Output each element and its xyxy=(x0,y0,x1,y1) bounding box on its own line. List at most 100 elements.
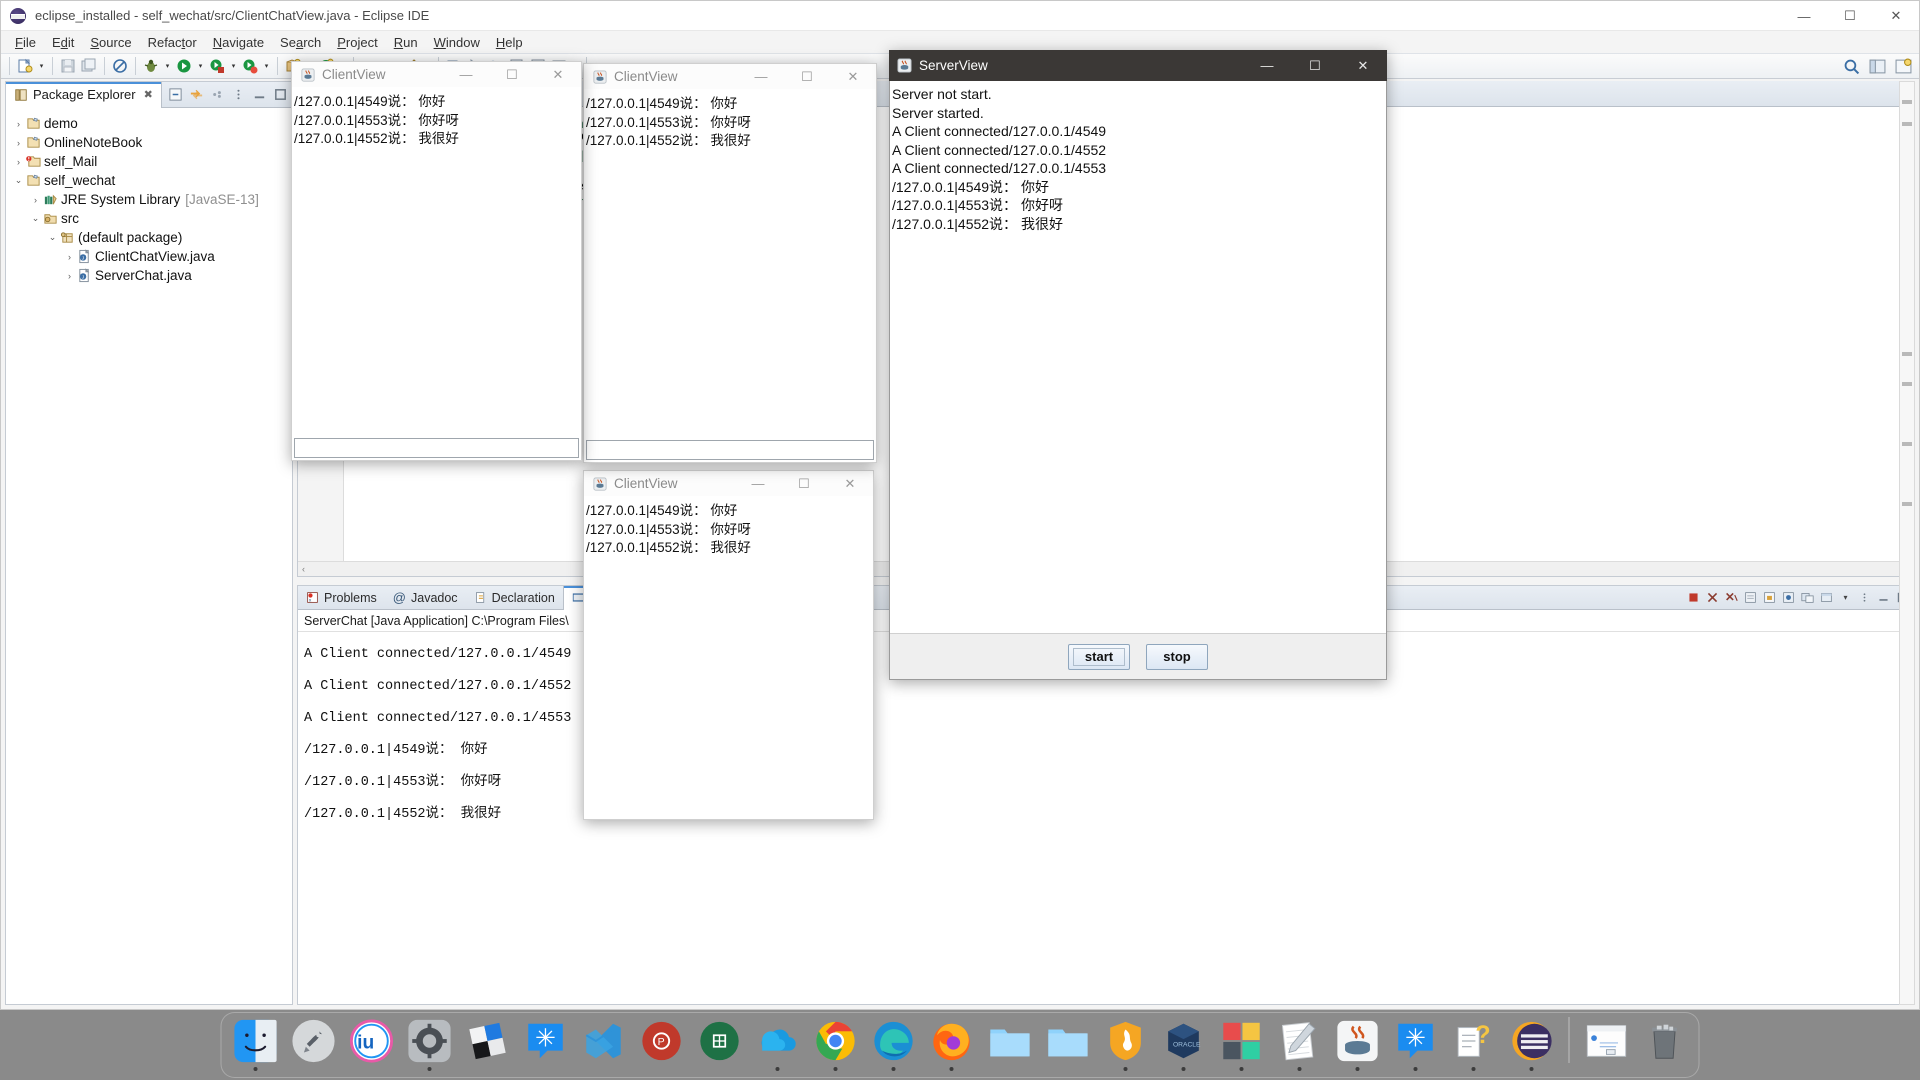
dock-item-system-preferences[interactable] xyxy=(404,1017,456,1071)
debug-bug-icon[interactable] xyxy=(141,56,161,76)
save-icon[interactable] xyxy=(58,56,78,76)
dock-item-shield-flame[interactable] xyxy=(1100,1017,1152,1071)
minimize-button[interactable]: — xyxy=(443,62,489,87)
chevron-right-icon[interactable]: › xyxy=(63,252,76,262)
stop-button[interactable]: stop xyxy=(1146,644,1208,670)
dock-item-minimized-dialog-window[interactable] xyxy=(1581,1017,1633,1071)
tree-item-default-package[interactable]: ⌄(default package) xyxy=(6,228,292,247)
run-external-dropdown-icon[interactable]: ▾ xyxy=(261,56,272,76)
dock-item-notepad[interactable] xyxy=(1274,1017,1326,1071)
dock-item-launchpad[interactable] xyxy=(288,1017,340,1071)
new-file-dropdown-icon[interactable]: ▾ xyxy=(36,56,47,76)
dock-item-iu-app[interactable]: iu xyxy=(346,1017,398,1071)
view-menu-dots-icon[interactable] xyxy=(209,87,225,103)
dock-item-help-doc[interactable]: ? xyxy=(1448,1017,1500,1071)
client-view-3-titlebar[interactable]: ClientView — ☐ ✕ xyxy=(583,470,874,496)
close-button[interactable]: ✕ xyxy=(535,62,581,87)
dock-item-asterisk-blue-2[interactable]: ✳ xyxy=(1390,1017,1442,1071)
menu-search[interactable]: Search xyxy=(272,33,329,52)
dock-item-trash[interactable] xyxy=(1639,1017,1691,1071)
minimize-view-icon[interactable] xyxy=(251,87,267,103)
dock-item-four-square[interactable] xyxy=(1216,1017,1268,1071)
tree-item-serverchat-java[interactable]: ›JServerChat.java xyxy=(6,266,292,285)
menu-help[interactable]: Help xyxy=(488,33,531,52)
menu-window[interactable]: Window xyxy=(426,33,488,52)
dock-item-finder[interactable] xyxy=(230,1017,282,1071)
maximize-view-icon[interactable] xyxy=(272,87,288,103)
tab-declaration[interactable]: Declaration xyxy=(466,586,563,610)
chevron-right-icon[interactable]: › xyxy=(12,157,25,167)
tree-item-onlinenotebook[interactable]: ›OnlineNoteBook xyxy=(6,133,292,152)
display-selected-console-icon[interactable] xyxy=(1800,590,1815,605)
dock-item-microsoft-app[interactable] xyxy=(462,1017,514,1071)
dock-item-virtualbox[interactable]: ORACLE xyxy=(1158,1017,1210,1071)
chevron-right-icon[interactable]: › xyxy=(12,119,25,129)
chevron-right-icon[interactable]: › xyxy=(29,195,42,205)
menu-edit[interactable]: Edit xyxy=(44,33,82,52)
server-view-titlebar[interactable]: ServerView — ☐ ✕ xyxy=(889,50,1387,81)
client-view-1-titlebar[interactable]: ClientView — ☐ ✕ xyxy=(291,61,582,87)
close-icon[interactable]: ✖ xyxy=(144,88,153,101)
console-dropdown-icon[interactable]: ▾ xyxy=(1838,590,1853,605)
dock-item-eclipse[interactable] xyxy=(1506,1017,1558,1071)
tree-item-demo[interactable]: ›demo xyxy=(6,114,292,133)
dock-item-chrome[interactable] xyxy=(810,1017,862,1071)
tree-item-self-mail[interactable]: ›self_Mail xyxy=(6,152,292,171)
view-menu-icon[interactable] xyxy=(230,87,246,103)
terminate-all-icon[interactable] xyxy=(1686,590,1701,605)
client-view-1-message-input[interactable] xyxy=(294,438,579,458)
pin-console-icon[interactable] xyxy=(1781,590,1796,605)
close-button[interactable]: ✕ xyxy=(830,64,876,89)
run-history-icon[interactable] xyxy=(207,56,227,76)
clear-console-icon[interactable] xyxy=(1743,590,1758,605)
start-button[interactable]: start xyxy=(1068,644,1130,670)
tree-item-clientchatview-java[interactable]: ›JClientChatView.java xyxy=(6,247,292,266)
dock-item-firefox[interactable] xyxy=(926,1017,978,1071)
dock-item-folder-blue[interactable] xyxy=(984,1017,1036,1071)
minimize-console-icon[interactable] xyxy=(1876,590,1891,605)
menu-refactor[interactable]: Refactor xyxy=(140,33,205,52)
chevron-down-icon[interactable]: ⌄ xyxy=(29,213,42,224)
maximize-button[interactable]: ☐ xyxy=(1827,1,1873,31)
scroll-left-icon[interactable]: ‹ xyxy=(302,564,305,574)
menu-navigate[interactable]: Navigate xyxy=(205,33,272,52)
minimize-button[interactable]: — xyxy=(738,64,784,89)
tree-item-src[interactable]: ⌄src xyxy=(6,209,292,228)
new-file-icon[interactable] xyxy=(15,56,35,76)
dock-item-folder-blue-2[interactable] xyxy=(1042,1017,1094,1071)
menu-project[interactable]: Project xyxy=(329,33,385,52)
tree-item-self-wechat[interactable]: ⌄self_wechat xyxy=(6,171,292,190)
close-button[interactable]: ✕ xyxy=(1339,50,1387,81)
remove-all-launches-icon[interactable] xyxy=(1724,590,1739,605)
dock-item-onedrive[interactable] xyxy=(752,1017,804,1071)
scroll-lock-icon[interactable] xyxy=(1762,590,1777,605)
close-button[interactable]: ✕ xyxy=(1873,1,1919,31)
client-view-2-titlebar[interactable]: ClientView — ☐ ✕ xyxy=(583,63,877,89)
maximize-button[interactable]: ☐ xyxy=(489,62,535,87)
tab-problems[interactable]: xProblems xyxy=(298,586,385,610)
editor-overview-ruler[interactable] xyxy=(1899,81,1915,1005)
chevron-right-icon[interactable]: › xyxy=(12,138,25,148)
client-view-2-message-input[interactable] xyxy=(586,440,874,460)
save-all-icon[interactable] xyxy=(79,56,99,76)
dock-item-java[interactable] xyxy=(1332,1017,1384,1071)
tree-item-jre-system-library[interactable]: ›JRE System Library[JavaSE-13] xyxy=(6,190,292,209)
run-history-dropdown-icon[interactable]: ▾ xyxy=(228,56,239,76)
chevron-right-icon[interactable]: › xyxy=(63,271,76,281)
dock-item-excel[interactable] xyxy=(694,1017,746,1071)
dock-item-edge[interactable] xyxy=(868,1017,920,1071)
maximize-button[interactable]: ☐ xyxy=(1291,50,1339,81)
close-button[interactable]: ✕ xyxy=(827,471,873,496)
remove-launch-icon[interactable] xyxy=(1705,590,1720,605)
minimize-button[interactable]: — xyxy=(1243,50,1291,81)
tab-javadoc[interactable]: @Javadoc xyxy=(385,586,466,610)
run-dropdown-icon[interactable]: ▾ xyxy=(195,56,206,76)
debug-dropdown-icon[interactable]: ▾ xyxy=(162,56,173,76)
run-icon[interactable] xyxy=(174,56,194,76)
link-with-editor-icon[interactable] xyxy=(188,87,204,103)
maximize-button[interactable]: ☐ xyxy=(781,471,827,496)
console-view-menu-icon[interactable] xyxy=(1857,590,1872,605)
perspective-java-icon[interactable] xyxy=(1867,56,1887,76)
maximize-button[interactable]: ☐ xyxy=(784,64,830,89)
chevron-down-icon[interactable]: ⌄ xyxy=(46,232,59,243)
